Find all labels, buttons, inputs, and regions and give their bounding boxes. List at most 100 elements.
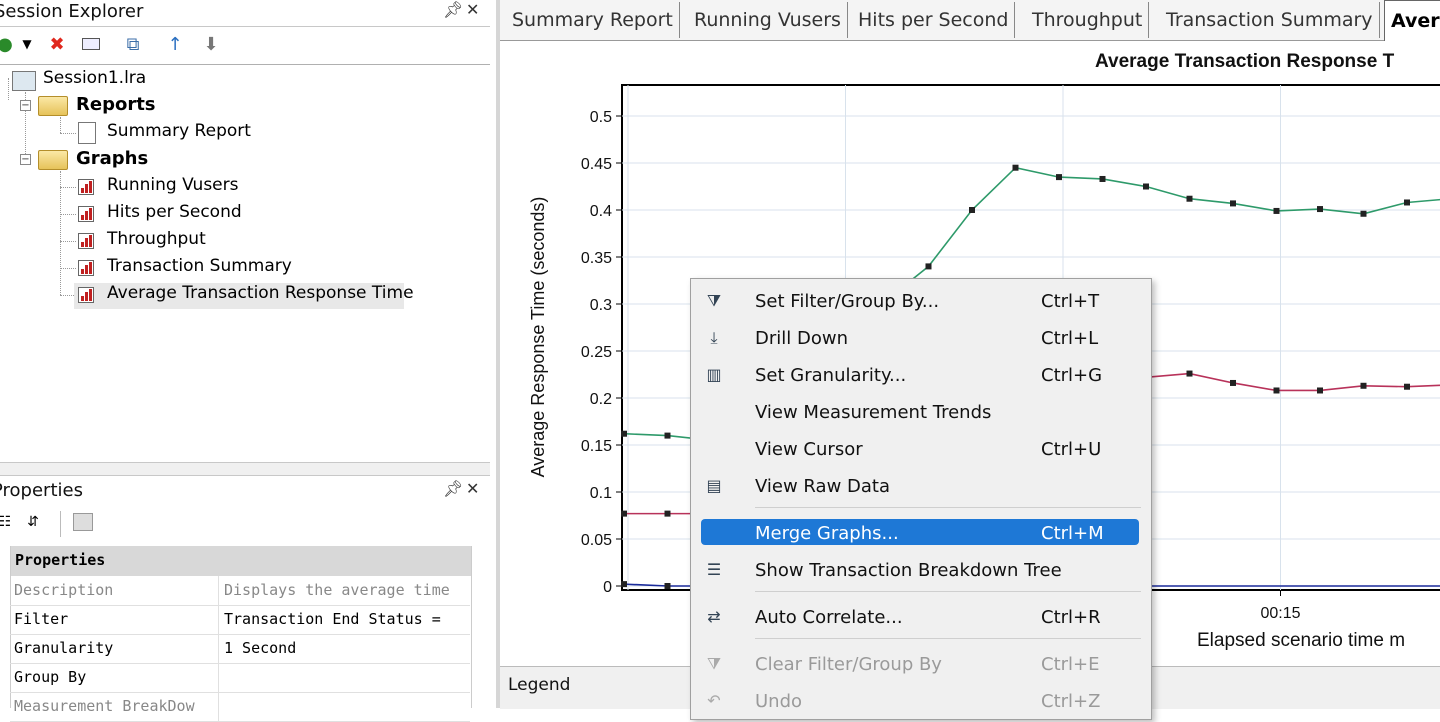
sort-alpha-icon[interactable]: ⇵ — [22, 511, 44, 533]
property-pages-icon[interactable] — [72, 511, 94, 533]
property-row[interactable]: Filter Transaction End Status = — [10, 605, 470, 635]
menu-item-label: Set Filter/Group By... — [755, 291, 940, 312]
property-row[interactable]: Granularity 1 Second — [10, 634, 470, 664]
property-value: 1 Second — [224, 639, 297, 657]
filter-icon: ⧩ — [706, 291, 722, 310]
report-icon — [78, 122, 96, 144]
tree-item-hits-per-second[interactable]: Hits per Second — [107, 202, 242, 222]
toolbar-separator — [60, 511, 61, 537]
rename-icon[interactable] — [80, 33, 102, 55]
pin-icon[interactable]: 📌︎ — [443, 479, 463, 498]
delete-icon[interactable]: ✖ — [46, 33, 68, 55]
property-group-header: Properties — [11, 546, 471, 576]
tree-reports[interactable]: Reports — [76, 94, 156, 115]
data-point — [621, 430, 627, 437]
menu-item-view-measurement-trends[interactable]: View Measurement Trends — [691, 394, 1151, 430]
data-point — [1099, 175, 1106, 182]
property-col-divider — [218, 692, 219, 721]
data-point — [1404, 199, 1410, 206]
data-point — [1186, 370, 1193, 377]
y-tick-label: 0.25 — [581, 344, 612, 361]
tab-hits-per-second[interactable]: Hits per Second — [852, 2, 1016, 38]
session-explorer-title: Session Explorer — [0, 1, 144, 22]
menu-item-view-raw-data[interactable]: ▤ View Raw Data — [691, 468, 1151, 504]
folder-icon — [38, 150, 68, 170]
collapse-icon[interactable]: − — [20, 154, 31, 165]
property-key: Filter — [14, 610, 69, 628]
copy-icon[interactable]: ⧉ — [122, 33, 144, 55]
property-row[interactable]: Group By — [10, 663, 470, 693]
data-point — [1404, 383, 1410, 390]
property-row[interactable]: Description Displays the average time — [10, 576, 470, 606]
tree-item-throughput[interactable]: Throughput — [107, 229, 206, 249]
data-point — [1273, 387, 1280, 394]
close-icon[interactable]: ✕ — [466, 0, 479, 19]
menu-item-label: Merge Graphs... — [755, 523, 899, 544]
data-point — [1230, 379, 1236, 386]
property-col-divider — [218, 605, 219, 634]
graph-icon — [78, 179, 94, 195]
data-point — [1317, 387, 1323, 394]
property-col-divider — [218, 634, 219, 663]
tree-item-running-vusers[interactable]: Running Vusers — [107, 175, 238, 195]
chart-title: Average Transaction Response T — [1095, 51, 1395, 72]
menu-item-label: View Measurement Trends — [755, 402, 992, 423]
data-point — [1360, 382, 1367, 389]
menu-item-label: Show Transaction Breakdown Tree — [755, 560, 1062, 581]
data-point — [969, 207, 975, 213]
menu-item-shortcut: Ctrl+T — [1041, 291, 1100, 312]
graph-icon — [78, 260, 94, 276]
menu-item-undo[interactable]: ↶ Undo Ctrl+Z — [691, 683, 1151, 719]
add-icon[interactable]: ● — [0, 33, 16, 55]
data-point — [1012, 164, 1019, 171]
menu-item-drill-down[interactable]: ⤓ Drill Down Ctrl+L — [691, 320, 1151, 356]
divider — [0, 26, 490, 27]
y-tick-label: 0.1 — [590, 485, 612, 502]
tree-item-summary-report[interactable]: Summary Report — [107, 121, 251, 141]
tab-summary-report[interactable]: Summary Report — [506, 2, 680, 38]
data-point — [1360, 210, 1367, 217]
data-point — [1186, 195, 1193, 202]
raw-data-icon: ▤ — [706, 476, 722, 495]
tab-running-vusers[interactable]: Running Vusers — [688, 2, 848, 38]
menu-item-set-granularity[interactable]: ▥ Set Granularity... Ctrl+G — [691, 357, 1151, 393]
data-point — [1143, 183, 1149, 190]
move-up-icon[interactable]: ↑ — [164, 33, 186, 55]
categorized-icon[interactable]: ☷ — [0, 511, 16, 533]
splitter[interactable] — [0, 462, 490, 476]
tree-item-transaction-summary[interactable]: Transaction Summary — [107, 256, 292, 276]
menu-item-show-transaction-breakdown-tree[interactable]: ☰ Show Transaction Breakdown Tree — [691, 552, 1151, 588]
property-row[interactable]: Measurement BreakDow — [10, 692, 470, 722]
y-tick-label: 0.4 — [590, 203, 612, 220]
tree-session[interactable]: Session1.lra — [43, 68, 146, 88]
menu-item-view-cursor[interactable]: View Cursor Ctrl+U — [691, 431, 1151, 467]
data-point — [1273, 207, 1280, 214]
pin-icon[interactable]: 📌︎ — [443, 0, 463, 19]
y-tick-label: 0.5 — [590, 109, 612, 126]
x-tick-label: 00:15 — [1260, 605, 1300, 622]
move-down-icon[interactable]: ⬇ — [200, 33, 222, 55]
data-point — [621, 510, 627, 517]
graph-icon — [78, 206, 94, 222]
menu-item-clear-filter-group-by[interactable]: ⧩ Clear Filter/Group By Ctrl+E — [691, 646, 1151, 682]
menu-item-set-filter-group-by[interactable]: ⧩ Set Filter/Group By... Ctrl+T — [691, 283, 1151, 319]
tab-throughput[interactable]: Throughput — [1026, 2, 1150, 38]
tab-transaction-summary[interactable]: Transaction Summary — [1160, 2, 1380, 38]
menu-item-auto-correlate[interactable]: ⇄ Auto Correlate... Ctrl+R — [691, 599, 1151, 635]
menu-item-label: Undo — [755, 691, 803, 712]
data-point — [925, 263, 932, 270]
menu-item-merge-graphs[interactable]: Merge Graphs... Ctrl+M — [691, 515, 1151, 551]
clear-filter-icon: ⧩ — [706, 654, 722, 673]
tree-graphs[interactable]: Graphs — [76, 148, 148, 169]
dropdown-arrow-icon[interactable]: ▼ — [16, 33, 38, 55]
y-tick-label: 0.3 — [590, 297, 612, 314]
tab-average-response-time[interactable]: Aver — [1384, 0, 1440, 41]
left-pane: Session Explorer 📌︎ ✕ ● ▼ ✖ ⧉ ↑ ⬇ Sessio… — [0, 0, 490, 722]
data-point — [1056, 174, 1062, 181]
data-point — [621, 581, 627, 588]
close-icon[interactable]: ✕ — [466, 479, 479, 498]
graph-icon — [78, 287, 94, 303]
folder-icon — [38, 96, 68, 116]
collapse-icon[interactable]: − — [20, 100, 31, 111]
tree-item-avg-response-time[interactable]: Average Transaction Response Time — [107, 283, 414, 303]
